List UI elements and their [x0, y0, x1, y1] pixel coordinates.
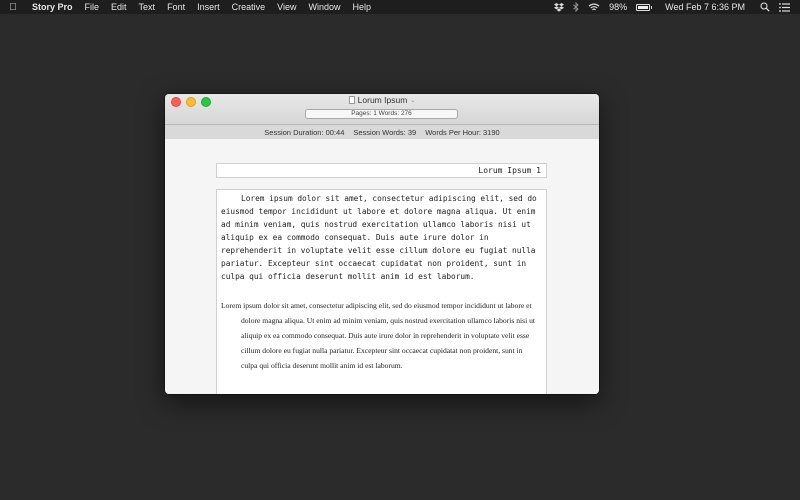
session-words-value: 39	[407, 127, 417, 137]
search-icon[interactable]	[754, 2, 770, 12]
menu-help[interactable]: Help	[346, 2, 377, 12]
window-title-text: Lorum Ipsum	[357, 95, 408, 105]
words-per-hour-value: 3190	[483, 127, 500, 137]
menu-window[interactable]: Window	[302, 2, 346, 12]
page-header[interactable]: Lorum Ipsum 1	[216, 163, 547, 178]
apple-icon[interactable]: 	[0, 2, 26, 13]
menu-text[interactable]: Text	[133, 2, 162, 12]
list-icon[interactable]	[779, 2, 790, 12]
dropbox-icon[interactable]	[554, 2, 565, 12]
menu-creative[interactable]: Creative	[226, 2, 272, 12]
document-stats: Pages: 1 Words: 276	[305, 109, 458, 119]
words-per-hour-label: Words Per Hour:	[425, 127, 481, 137]
document-window: Lorum Ipsum ⌄ Pages: 1 Words: 276 Sessio…	[165, 94, 599, 394]
window-title[interactable]: Lorum Ipsum ⌄	[165, 95, 599, 105]
words-per-hour: Words Per Hour: 3190	[425, 128, 500, 137]
session-duration: Session Duration: 00:44	[264, 128, 344, 137]
battery-percent: 98%	[609, 2, 628, 12]
battery-level	[638, 5, 648, 9]
menu-insert[interactable]: Insert	[191, 2, 226, 12]
menu-file[interactable]: File	[79, 2, 106, 12]
editor-area[interactable]: Lorum Ipsum 1 Lorem ipsum dolor sit amet…	[165, 139, 599, 394]
session-duration-value: 00:44	[325, 127, 345, 137]
menu-app-name[interactable]: Story Pro	[26, 2, 79, 12]
paragraph-serif[interactable]: Lorem ipsum dolor sit amet, consectetur …	[217, 283, 546, 373]
document-icon	[348, 96, 355, 104]
session-words: Session Words: 39	[353, 128, 416, 137]
chevron-down-icon[interactable]: ⌄	[410, 97, 415, 104]
menu-bar:  Story Pro File Edit Text Font Insert C…	[0, 0, 800, 14]
wifi-icon[interactable]	[588, 3, 600, 12]
status-area: 98% Wed Feb 7 6:36 PM	[554, 2, 800, 12]
bluetooth-icon[interactable]	[573, 2, 579, 12]
menu-view[interactable]: View	[271, 2, 302, 12]
menu-font[interactable]: Font	[161, 2, 191, 12]
paragraph-monospace[interactable]: Lorem ipsum dolor sit amet, consectetur …	[217, 190, 546, 283]
page-body[interactable]: Lorem ipsum dolor sit amet, consectetur …	[216, 189, 547, 394]
session-duration-label: Session Duration:	[264, 127, 324, 137]
battery-icon[interactable]	[636, 3, 653, 11]
menu-edit[interactable]: Edit	[105, 2, 133, 12]
session-words-label: Session Words:	[353, 127, 406, 137]
clock[interactable]: Wed Feb 7 6:36 PM	[659, 2, 745, 12]
title-bar[interactable]: Lorum Ipsum ⌄ Pages: 1 Words: 276	[165, 94, 599, 125]
session-stats-bar: Session Duration: 00:44 Session Words: 3…	[165, 125, 599, 140]
